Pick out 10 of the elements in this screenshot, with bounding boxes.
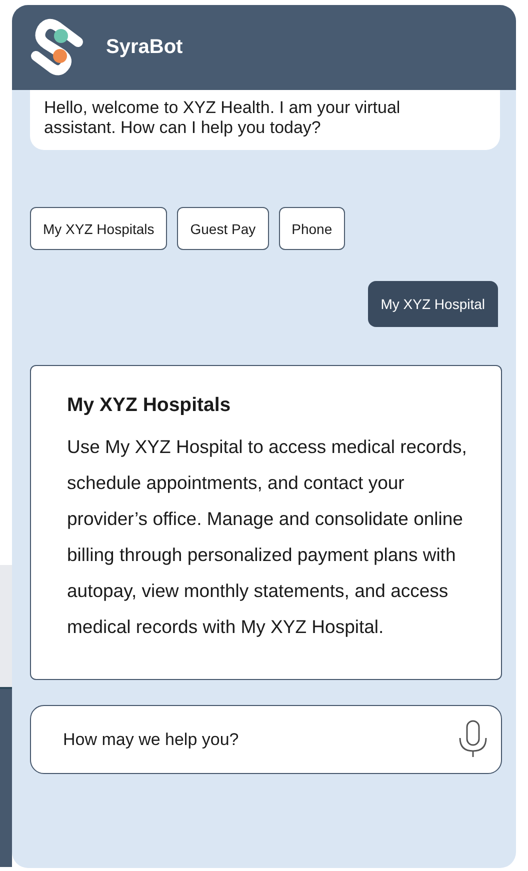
quick-reply-button[interactable]: My XYZ Hospitals — [30, 207, 168, 250]
quick-reply-button[interactable]: Guest Pay — [177, 207, 269, 250]
chat-title: SyraBot — [106, 36, 183, 59]
card-title: My XYZ Hospitals — [67, 394, 232, 417]
quick-reply-button[interactable]: Phone — [278, 207, 346, 250]
card-text: Use My XYZ Hospital to access medical records, schedule appointments, and contact your provider’s office. Manage and consolidate online billing through personalized payment plans with autopay, view monthly statements, and access medical records with My XYZ Hospital. — [67, 435, 468, 639]
microphone-icon[interactable] — [458, 720, 488, 758]
message-input[interactable]: How may we help you? — [30, 705, 502, 774]
bot-message: Hello, welcome to XYZ Health. I am your virtual assistant. How can I help you today? — [30, 90, 500, 150]
user-message: My XYZ Hospital — [368, 281, 498, 327]
